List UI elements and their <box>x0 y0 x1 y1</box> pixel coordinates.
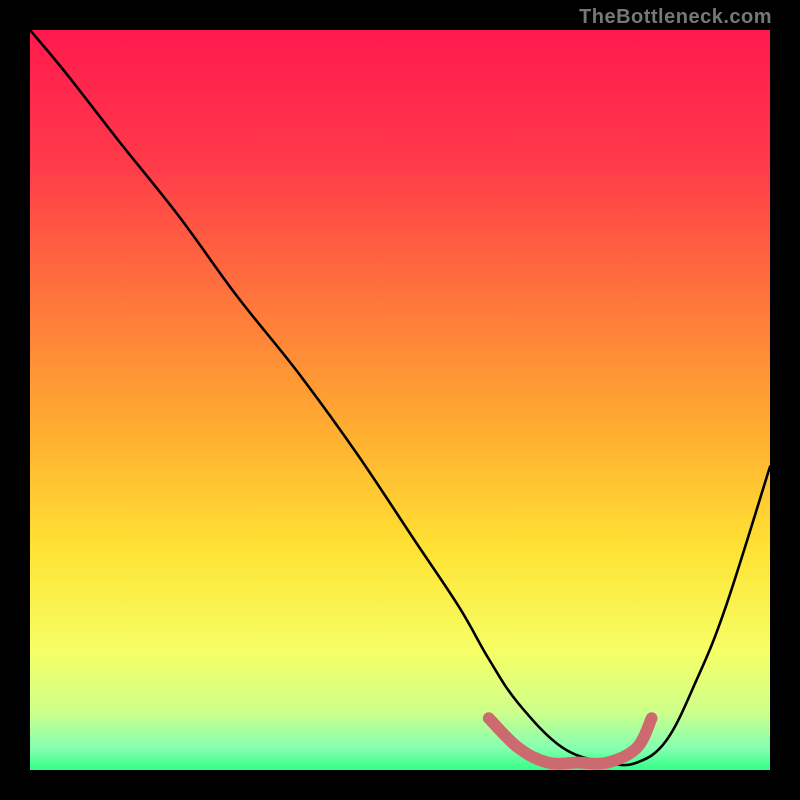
chart-frame: TheBottleneck.com <box>0 0 800 800</box>
optimal-range-marker <box>489 718 652 764</box>
curve-layer <box>30 30 770 770</box>
bottleneck-curve <box>30 30 770 765</box>
plot-area <box>30 30 770 770</box>
watermark-text: TheBottleneck.com <box>579 6 772 29</box>
